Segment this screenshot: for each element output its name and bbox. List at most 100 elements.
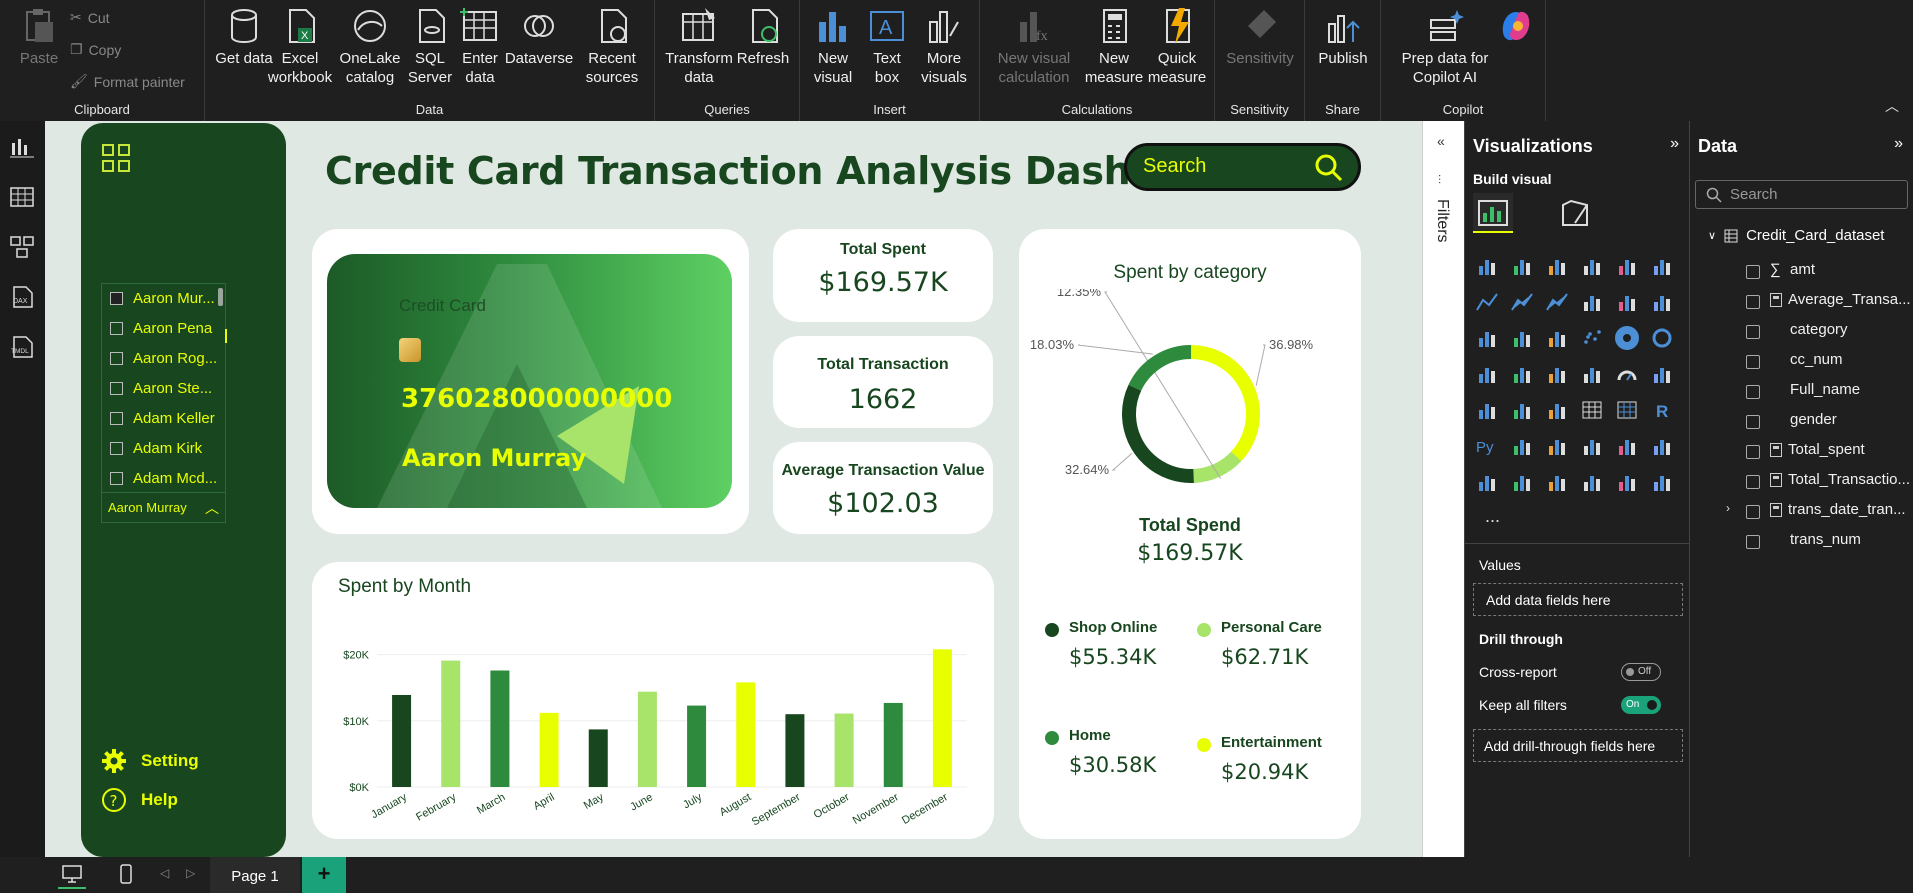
visual-type-scatter-icon[interactable] [1580,326,1604,350]
visual-type-qa-icon[interactable] [1580,434,1604,458]
legend-item[interactable]: Home $30.58K [1045,727,1205,797]
bar[interactable] [490,670,510,787]
help-button[interactable]: ? Help [101,787,178,813]
visual-type-col-icon[interactable] [1510,254,1534,278]
field-item[interactable]: ∑ amt [1770,261,1815,278]
visual-type-multicard-icon[interactable] [1475,398,1499,422]
slicer-checkbox[interactable] [110,322,123,335]
prev-page-icon[interactable]: ◁ [160,866,169,880]
slicer-scrollbar[interactable] [218,288,223,306]
collapse-ribbon-icon[interactable]: ︿ [1885,96,1899,116]
format-painter-button[interactable]: 🖌 Format painter [70,73,185,90]
table-view-icon[interactable] [8,183,36,211]
visual-type-narr-icon[interactable] [1615,434,1639,458]
cut-button[interactable]: ✂ Cut [70,9,110,26]
refresh-button[interactable]: Refresh [733,6,793,68]
visual-type-stackarea-icon[interactable] [1545,290,1569,314]
bar[interactable] [392,694,412,787]
legend-item[interactable]: Personal Care $62.71K [1197,619,1357,689]
format-visual-tab[interactable] [1555,193,1595,233]
add-page-button[interactable]: + [302,857,346,893]
field-checkbox[interactable] [1746,415,1760,429]
field-checkbox[interactable] [1746,445,1760,459]
setting-button[interactable]: Setting [101,748,199,774]
cross-report-toggle[interactable]: Off [1621,663,1661,681]
sensitivity-button[interactable]: Sensitivity [1221,6,1299,68]
visual-type-line-icon[interactable] [1475,290,1499,314]
filters-pane-collapsed[interactable]: « ⫶ Filters [1422,121,1464,857]
visual-type-linecol-icon[interactable] [1580,290,1604,314]
new-visual-calculation-button[interactable]: fx New visual calculation [988,6,1080,87]
slicer-checkbox[interactable] [110,352,123,365]
visual-type-diamond-icon[interactable] [1615,470,1639,494]
copy-button[interactable]: ❐ Copy [70,41,121,58]
onelake-button[interactable]: OneLake catalog [335,6,405,87]
bar[interactable] [539,712,559,787]
bar[interactable] [785,714,805,787]
visual-type-cluster-icon[interactable] [1615,254,1639,278]
field-item[interactable]: gender [1770,411,1837,428]
visual-type-chevrons-icon[interactable] [1650,470,1674,494]
slicer-checkbox[interactable] [110,382,123,395]
table-credit-card-dataset[interactable]: ∨ Credit_Card_dataset [1708,227,1884,244]
data-search-input[interactable]: Search [1695,180,1908,209]
bar[interactable] [637,691,657,787]
more-visuals-button[interactable]: More visuals [914,6,974,87]
field-item[interactable]: Average_Transa... [1770,291,1911,308]
tab-page-1[interactable]: Page 1 [210,857,300,893]
visual-type-powerapps-icon[interactable] [1545,470,1569,494]
new-measure-button[interactable]: New measure [1084,6,1144,87]
slicer-item[interactable]: Aaron Pena [110,320,212,337]
visual-type-stackbar-icon[interactable] [1545,254,1569,278]
collapse-data-icon[interactable]: » [1894,135,1903,153]
desktop-layout-button[interactable] [58,861,86,889]
more-visuals-ellipsis[interactable]: ... [1485,506,1500,527]
visual-type-linecol2-icon[interactable] [1615,290,1639,314]
field-item[interactable]: Total_spent [1770,441,1865,458]
slicer-checkbox[interactable] [110,442,123,455]
next-page-icon[interactable]: ▷ [186,866,195,880]
slicer-item[interactable]: Adam Keller [110,410,215,427]
quick-measure-button[interactable]: Quick measure [1144,6,1210,87]
field-item[interactable]: Total_Transactio... [1770,471,1910,488]
report-view-icon[interactable] [8,133,36,161]
chevron-right-icon[interactable]: › [1726,501,1730,515]
sql-server-button[interactable]: SQL Server [405,6,455,87]
slicer-item[interactable]: Aaron Mur... [110,290,215,307]
visual-type-decomp-icon[interactable] [1545,434,1569,458]
keep-filters-toggle[interactable]: On [1621,696,1661,714]
slicer-item[interactable]: Aaron Rog... [110,350,217,367]
visual-type-filled-icon[interactable] [1545,362,1569,386]
grid-menu-icon[interactable] [101,143,131,173]
field-checkbox[interactable] [1746,265,1760,279]
visual-type-waterfall-icon[interactable] [1650,290,1674,314]
visual-type-matrix-icon[interactable] [1615,398,1639,422]
bar[interactable] [883,702,903,787]
visual-type-funnel-icon[interactable] [1545,326,1569,350]
field-checkbox[interactable] [1746,475,1760,489]
visual-type-stackcol-icon[interactable] [1580,254,1604,278]
visual-type-kpi-icon[interactable] [1510,398,1534,422]
visual-type-r-icon[interactable]: R [1650,398,1674,422]
visual-type-gauge-icon[interactable] [1615,362,1639,386]
slicer-checkbox[interactable] [110,292,123,305]
bar[interactable] [932,649,952,787]
enter-data-button[interactable]: Enter data [455,6,505,87]
slicer-item[interactable]: Adam Mcd... [110,470,217,487]
drill-through-drop-zone[interactable]: Add drill-through fields here [1473,729,1683,762]
new-visual-button[interactable]: New visual [804,6,862,87]
visual-type-table-icon[interactable] [1580,398,1604,422]
field-checkbox[interactable] [1746,505,1760,519]
visual-type-py-icon[interactable]: Py [1475,434,1499,458]
visual-type-bar-icon[interactable] [1475,254,1499,278]
field-item[interactable]: trans_num [1770,531,1861,548]
legend-item[interactable]: Shop Online $55.34K [1045,619,1205,689]
visual-type-pie-icon[interactable] [1615,326,1639,350]
slicer-checkbox[interactable] [110,472,123,485]
copilot-button[interactable] [1487,6,1545,49]
visual-type-donut-icon[interactable] [1650,326,1674,350]
visual-type-ribbon-icon[interactable] [1650,254,1674,278]
prep-data-copilot-button[interactable]: Prep data for Copilot AI [1389,6,1501,87]
field-checkbox[interactable] [1746,355,1760,369]
build-visual-tab[interactable] [1473,193,1513,233]
